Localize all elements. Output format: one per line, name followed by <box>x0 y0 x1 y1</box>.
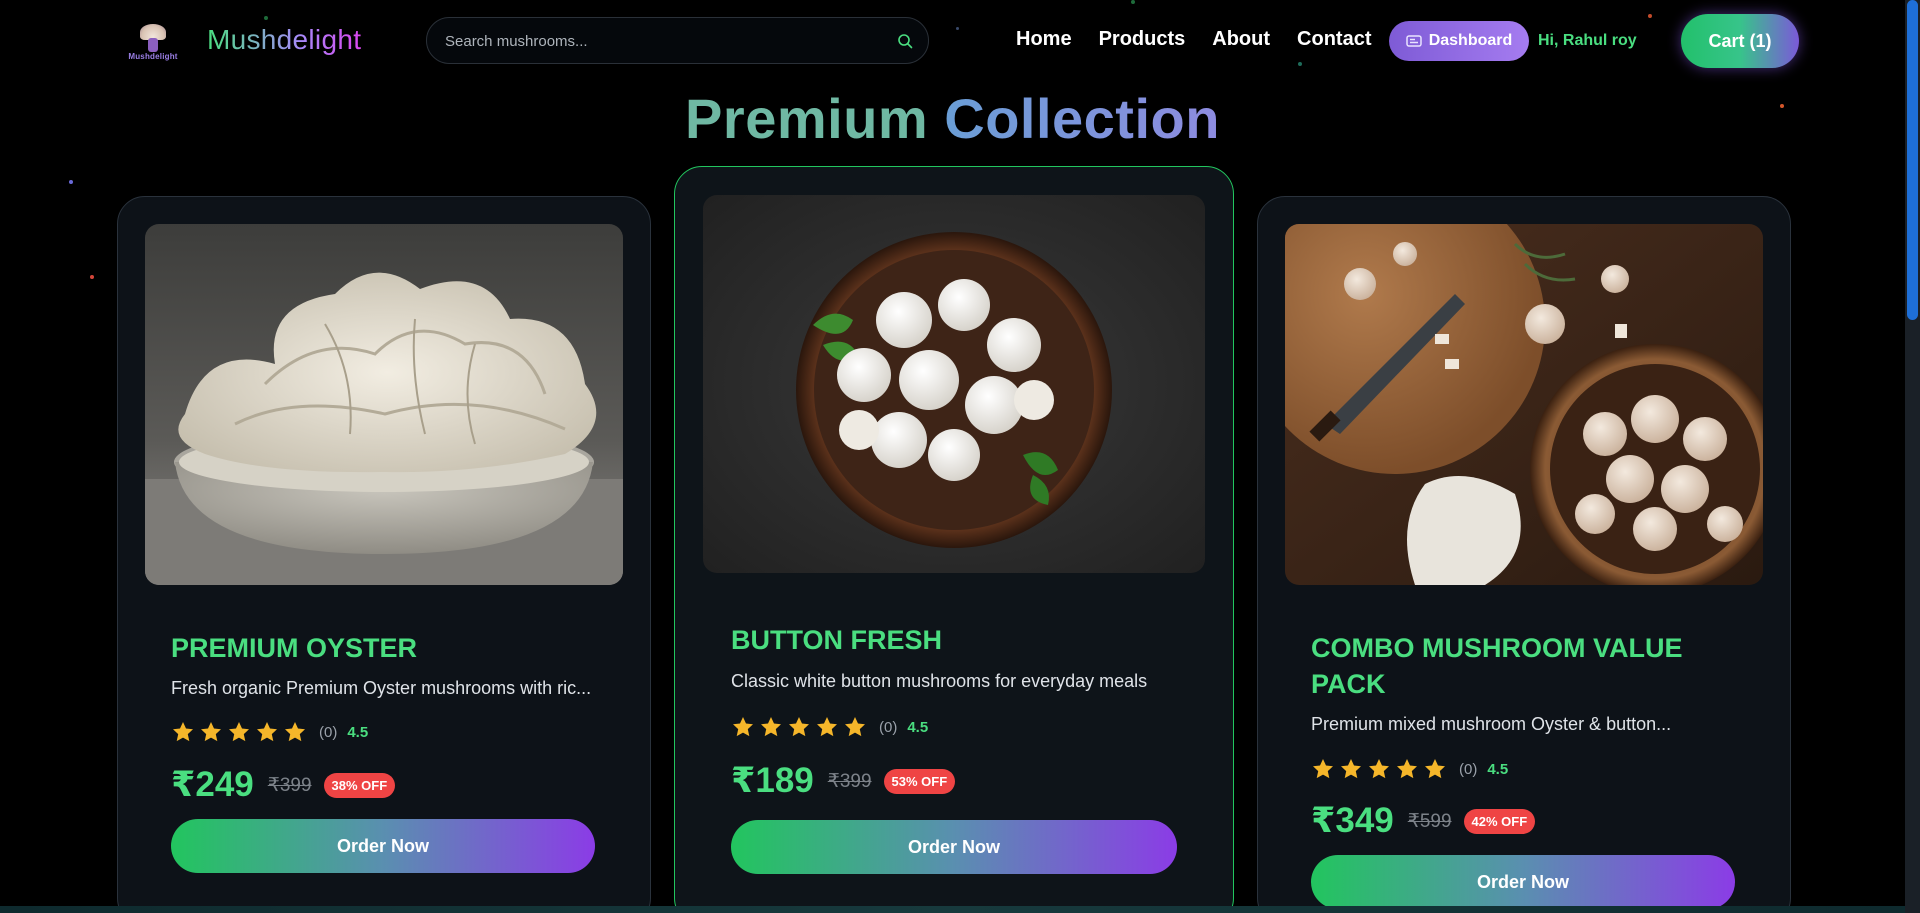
scrollbar-thumb[interactable] <box>1907 0 1918 320</box>
price-row: ₹249 ₹399 38% OFF <box>171 765 396 805</box>
rating-value: 4.5 <box>1487 760 1509 778</box>
star-icon <box>1313 759 1333 779</box>
product-title-line: COMBO MUSHROOM VALUE <box>1311 633 1683 663</box>
review-count: (0) <box>319 723 338 741</box>
star-icon <box>257 722 277 742</box>
discount-badge: 38% OFF <box>323 772 396 798</box>
search-bar <box>426 17 929 64</box>
product-title[interactable]: PREMIUM OYSTER <box>171 630 417 666</box>
price-row: ₹349 ₹599 42% OFF <box>1311 801 1536 841</box>
order-now-button[interactable]: Order Now <box>731 820 1177 874</box>
dashboard-label: Dashboard <box>1428 32 1513 49</box>
order-now-button[interactable]: Order Now <box>1311 855 1735 909</box>
star-icon <box>1341 759 1361 779</box>
review-count: (0) <box>879 718 898 736</box>
rating-value: 4.5 <box>347 723 369 741</box>
nav-link-about[interactable]: About <box>1212 28 1270 51</box>
price-row: ₹189 ₹399 53% OFF <box>731 761 956 801</box>
star-icon <box>173 722 193 742</box>
section-heading: Premium Collection <box>0 86 1905 151</box>
star-icon <box>1425 759 1445 779</box>
star-icon <box>285 722 305 742</box>
star-icon <box>1397 759 1417 779</box>
button-mushroom-image <box>703 195 1205 573</box>
product-description: Fresh organic Premium Oyster mushrooms w… <box>171 678 592 698</box>
product-title-line: PACK <box>1311 669 1386 699</box>
search-input[interactable] <box>445 30 865 52</box>
star-icon <box>817 717 837 737</box>
product-title[interactable]: COMBO MUSHROOM VALUE PACK <box>1311 630 1683 702</box>
top-navigation: Mushdelight Mushdelight Home Products Ab… <box>0 0 1905 82</box>
mushroom-logo-icon: Mushdelight <box>124 20 182 62</box>
search-icon[interactable] <box>896 32 914 50</box>
product-title[interactable]: BUTTON FRESH <box>731 622 942 658</box>
review-count: (0) <box>1459 760 1478 778</box>
current-price: ₹249 <box>171 765 254 804</box>
particle-dot <box>90 275 94 279</box>
original-price: ₹399 <box>267 774 312 796</box>
rating-value: 4.5 <box>907 718 929 736</box>
original-price: ₹399 <box>827 770 872 792</box>
dashboard-button[interactable]: Dashboard <box>1389 21 1529 61</box>
star-icon <box>761 717 781 737</box>
star-icon <box>201 722 221 742</box>
nav-link-contact[interactable]: Contact <box>1297 28 1371 51</box>
product-description: Premium mixed mushroom Oyster & button..… <box>1311 714 1672 734</box>
site-logo[interactable]: Mushdelight <box>124 20 182 62</box>
footer-edge <box>0 906 1905 913</box>
product-image-combo[interactable] <box>1285 224 1763 585</box>
current-price: ₹349 <box>1311 801 1394 840</box>
star-icon <box>845 717 865 737</box>
rating-stars: (0) 4.5 <box>1311 757 1508 781</box>
dashboard-icon <box>1405 35 1422 47</box>
product-card-combo-pack: COMBO MUSHROOM VALUE PACK Premium mixed … <box>1257 196 1791 913</box>
main-menu: Home Products About Contact <box>1016 28 1398 51</box>
brand-name[interactable]: Mushdelight <box>207 24 361 56</box>
user-greeting[interactable]: Hi, Rahul roy <box>1538 32 1637 50</box>
star-icon <box>789 717 809 737</box>
nav-link-products[interactable]: Products <box>1099 28 1186 51</box>
product-description: Classic white button mushrooms for every… <box>731 671 1148 691</box>
rating-stars: (0) 4.5 <box>171 720 368 744</box>
product-card-button-fresh: BUTTON FRESH Classic white button mushro… <box>674 166 1234 913</box>
star-icon <box>733 717 753 737</box>
order-now-button[interactable]: Order Now <box>171 819 595 873</box>
product-image-button[interactable] <box>703 195 1205 573</box>
original-price: ₹599 <box>1407 810 1452 832</box>
discount-badge: 42% OFF <box>1463 808 1536 834</box>
heading-word-collection: Collection <box>944 87 1220 150</box>
combo-mushroom-image <box>1285 224 1763 585</box>
heading-word-premium: Premium <box>685 87 929 150</box>
star-icon <box>229 722 249 742</box>
cart-button[interactable]: Cart (1) <box>1681 14 1799 68</box>
oyster-mushroom-image <box>145 224 623 585</box>
current-price: ₹189 <box>731 761 814 800</box>
particle-dot <box>69 180 73 184</box>
logo-tiny-text: Mushdelight <box>128 52 178 61</box>
nav-link-home[interactable]: Home <box>1016 28 1072 51</box>
discount-badge: 53% OFF <box>883 768 956 794</box>
star-icon <box>1369 759 1389 779</box>
rating-stars: (0) 4.5 <box>731 715 928 739</box>
product-image-oyster[interactable] <box>145 224 623 585</box>
product-card-premium-oyster: PREMIUM OYSTER Fresh organic Premium Oys… <box>117 196 651 913</box>
